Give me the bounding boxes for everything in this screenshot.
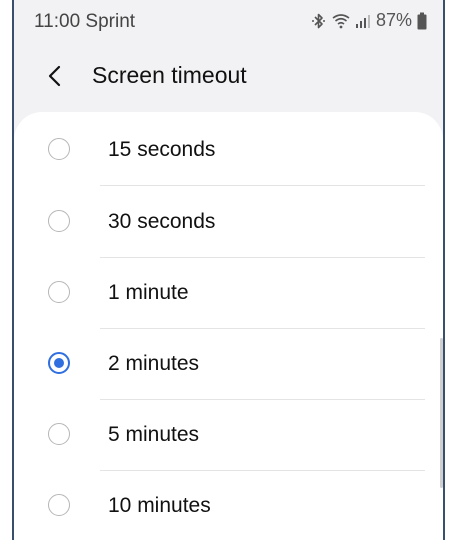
option-label: 2 minutes bbox=[108, 352, 200, 375]
status-bar: 11:00 Sprint 87% bbox=[14, 0, 443, 40]
option-label: 10 minutes bbox=[108, 494, 211, 517]
radio-button[interactable] bbox=[48, 423, 70, 445]
battery-icon bbox=[417, 12, 427, 30]
radio-button[interactable] bbox=[48, 210, 70, 232]
chevron-left-icon[interactable] bbox=[44, 62, 66, 90]
page-title: Screen timeout bbox=[92, 62, 247, 88]
option-5-minutes[interactable]: 5 minutes bbox=[14, 399, 443, 471]
phone-screen: 11:00 Sprint 87% Screen timeout 15 secon… bbox=[14, 0, 443, 540]
wifi-icon bbox=[332, 13, 350, 29]
option-label: 15 seconds bbox=[108, 138, 216, 161]
timeout-options-list: 15 seconds 30 seconds 1 minute 2 minutes… bbox=[14, 112, 443, 540]
radio-button-selected[interactable] bbox=[48, 352, 70, 374]
option-label: 1 minute bbox=[108, 281, 189, 304]
option-15-seconds[interactable]: 15 seconds bbox=[14, 114, 443, 186]
option-label: 30 seconds bbox=[108, 210, 216, 233]
radio-button[interactable] bbox=[48, 281, 70, 303]
option-10-minutes[interactable]: 10 minutes bbox=[14, 470, 443, 540]
battery-percent: 87% bbox=[375, 10, 412, 30]
option-label: 5 minutes bbox=[108, 423, 200, 446]
header: Screen timeout bbox=[14, 48, 443, 104]
radio-button[interactable] bbox=[48, 138, 70, 160]
option-30-seconds[interactable]: 30 seconds bbox=[14, 186, 443, 258]
status-icons: 87% bbox=[311, 10, 427, 31]
option-2-minutes[interactable]: 2 minutes bbox=[14, 328, 443, 400]
scrollbar[interactable] bbox=[440, 338, 443, 488]
radio-button[interactable] bbox=[48, 494, 70, 516]
option-1-minute[interactable]: 1 minute bbox=[14, 257, 443, 329]
window-frame-right bbox=[443, 0, 445, 540]
status-time-carrier: 11:00 Sprint bbox=[34, 11, 136, 32]
signal-icon bbox=[355, 13, 371, 29]
bluetooth-icon bbox=[311, 12, 327, 30]
